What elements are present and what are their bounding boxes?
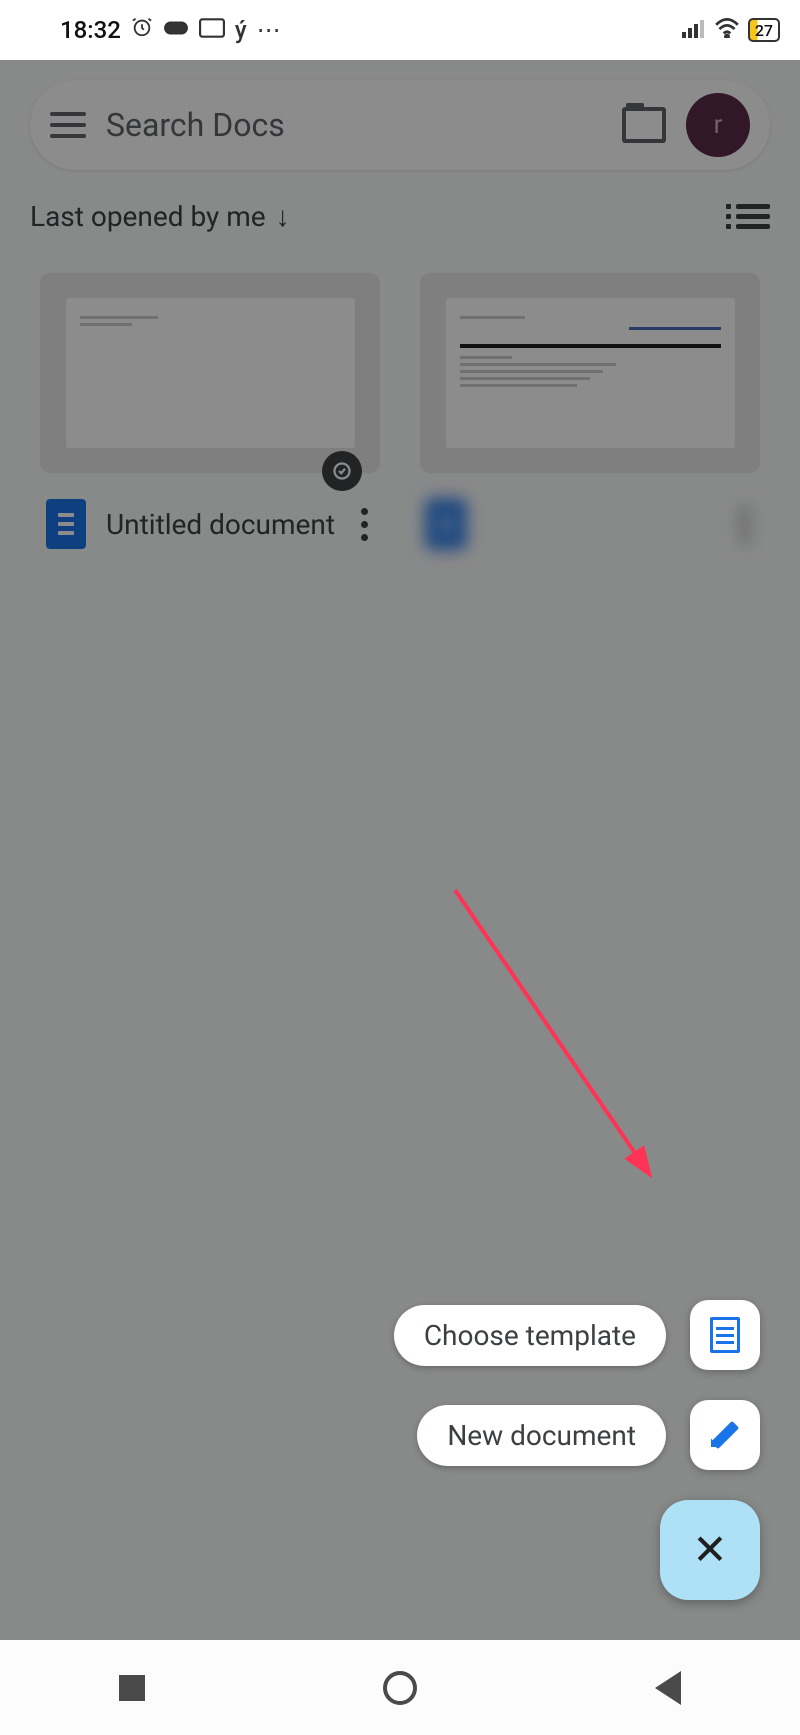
battery-percent: 27 <box>755 21 773 40</box>
y-icon: ý <box>235 16 247 44</box>
gamepad-icon <box>163 16 189 44</box>
choose-template-label[interactable]: Choose template <box>394 1305 666 1366</box>
status-bar: 18:32 ý ⋯ 27 <box>0 0 800 60</box>
close-icon: ✕ <box>692 1525 727 1575</box>
choose-template-button[interactable] <box>690 1300 760 1370</box>
cast-icon <box>199 16 225 44</box>
alarm-icon <box>131 16 153 44</box>
nav-home-button[interactable] <box>383 1671 417 1705</box>
wifi-icon <box>714 16 740 44</box>
status-time: 18:32 <box>60 16 121 44</box>
app-surface: Search Docs r Last opened by me ↓ <box>0 60 800 1640</box>
nav-back-button[interactable] <box>655 1671 681 1705</box>
choose-template-row: Choose template <box>394 1300 760 1370</box>
status-left: 18:32 ý ⋯ <box>60 16 283 44</box>
more-icon: ⋯ <box>257 16 283 44</box>
signal-icon <box>682 16 706 44</box>
annotation-arrow <box>455 890 675 1214</box>
navigation-bar <box>0 1640 800 1735</box>
new-document-label[interactable]: New document <box>417 1405 666 1466</box>
new-document-button[interactable] <box>690 1400 760 1470</box>
pencil-icon <box>708 1418 742 1452</box>
battery-icon: 27 <box>748 18 780 42</box>
fab-menu: Choose template New document ✕ <box>394 1300 760 1600</box>
fab-close-button[interactable]: ✕ <box>660 1500 760 1600</box>
new-document-row: New document <box>417 1400 760 1470</box>
nav-recents-button[interactable] <box>119 1675 145 1701</box>
status-right: 27 <box>682 16 780 44</box>
template-icon <box>710 1317 740 1353</box>
